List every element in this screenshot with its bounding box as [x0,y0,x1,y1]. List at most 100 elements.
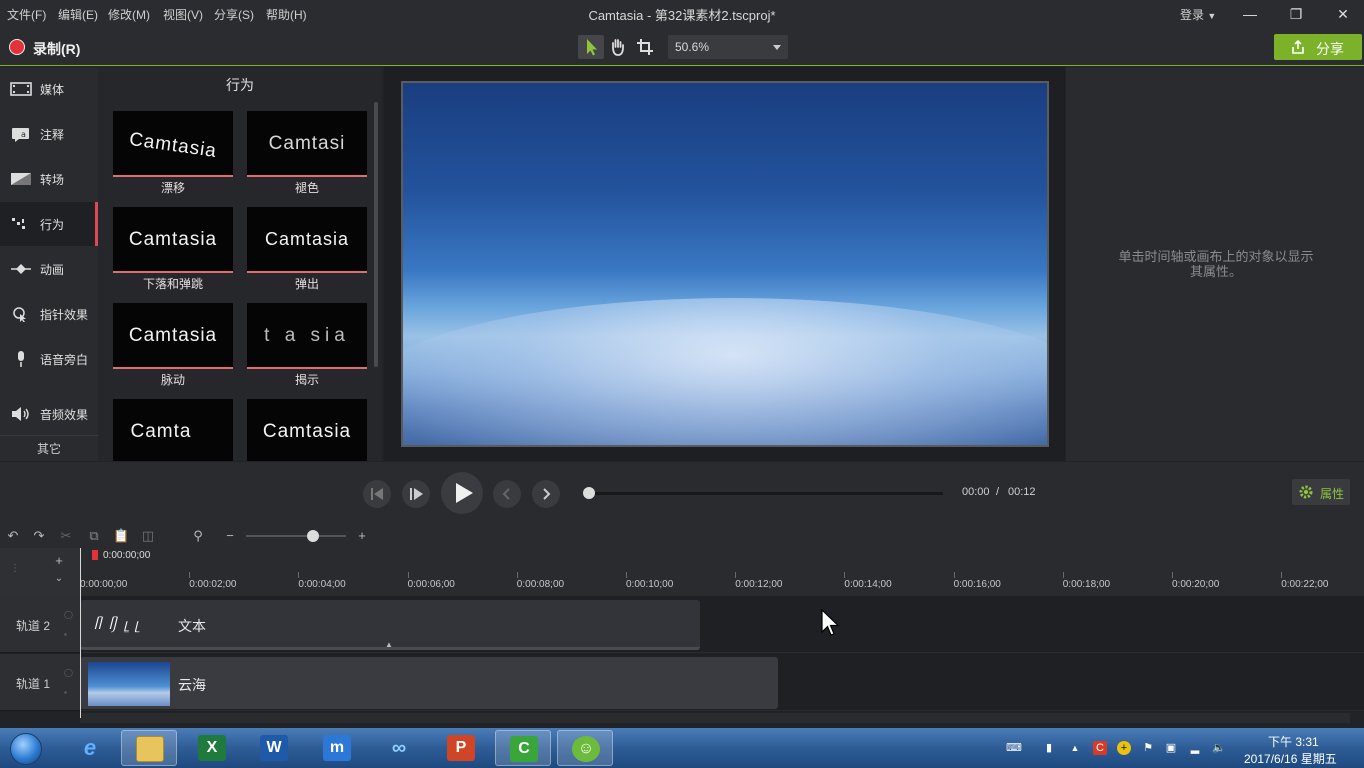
taskbar-baidu-cloud[interactable]: ∞ [371,730,427,766]
sidebar-item-voice-narration[interactable]: 语音旁白 [0,337,98,381]
menu-share[interactable]: 分享(S) [214,6,254,23]
cut-icon[interactable]: ✂ [59,529,73,543]
taskbar-word[interactable]: W [246,730,302,766]
tray-device-icon[interactable]: ▣ [1164,741,1178,755]
clock-date[interactable]: 2017/6/16 星期五 [1244,750,1337,767]
chevron-up-icon[interactable]: ▲ [385,640,393,649]
record-button[interactable]: 录制(R) [0,28,100,66]
video-clip[interactable]: 云海 [80,657,778,709]
tray-app-icon[interactable]: C [1093,741,1107,755]
restore-icon[interactable]: ❐ [1286,4,1306,24]
playhead-handle[interactable] [92,550,98,560]
split-icon[interactable]: ◫ [141,529,155,543]
panel-scrollbar[interactable] [374,102,378,367]
zoom-select[interactable]: 50.6% [668,35,788,59]
video-canvas[interactable] [401,81,1049,447]
next-marker-button[interactable] [532,480,560,508]
taskbar-excel[interactable]: X [184,730,240,766]
visibility-icon[interactable]: ▪ [64,688,67,697]
share-button[interactable]: 分享 [1274,34,1362,60]
keyboard-icon[interactable]: ⌨ [1006,741,1022,755]
transition-icon [11,173,31,185]
taskbar-explorer[interactable] [121,730,177,766]
behavior-tile-fade[interactable]: Camtasi 褪色 [247,111,367,195]
main-toolbar: 录制(R) 50.6% 分享 [0,28,1364,66]
start-button[interactable] [0,730,54,766]
track-header[interactable]: 轨道 1 ◯ ▪ [0,654,80,711]
taskbar-green-app[interactable]: ☺ [557,730,613,766]
tray-plus-icon[interactable]: + [1117,741,1131,755]
lock-icon[interactable]: ◯ [64,668,73,677]
behavior-tile-drop-bounce[interactable]: Camtasia 下落和弹跳 [113,207,233,291]
minimize-icon[interactable]: — [1240,4,1260,24]
taskbar-powerpoint[interactable]: P [433,730,489,766]
redo-icon[interactable]: ↷ [32,529,46,543]
behavior-tile-drift[interactable]: Camtasia 漂移 [113,111,233,195]
menu-edit[interactable]: 编辑(E) [58,6,98,23]
step-forward-button[interactable] [402,480,430,508]
close-icon[interactable]: ✕ [1333,4,1353,24]
playhead-line[interactable] [80,548,81,718]
lock-icon[interactable]: ◯ [64,610,73,619]
zoom-in-icon[interactable]: + [355,529,369,543]
track-header[interactable]: 轨道 2 ◯ ▪ [0,596,80,653]
search-icon[interactable]: ⚲ [191,529,205,543]
taskbar-maxthon[interactable]: m [309,730,365,766]
pan-tool-button[interactable] [605,35,631,59]
network-icon[interactable]: ▂ [1188,741,1202,755]
add-track-icon[interactable]: + [52,554,66,568]
track-row[interactable]: ᥥ ᥦ ᥧ ᥨ 文本 ▲ [80,596,1364,653]
chevron-right-icon [543,488,551,500]
text-clip[interactable]: ᥥ ᥦ ᥧ ᥨ 文本 ▲ [80,600,700,650]
chevron-up-icon[interactable]: ▲ [1068,741,1082,755]
sidebar-item-annotations[interactable]: a 注释 [0,112,98,156]
previous-marker-button[interactable] [493,480,521,508]
select-tool-button[interactable] [578,35,604,59]
battery-icon[interactable]: ▮ [1042,741,1056,755]
behavior-tile-pulse[interactable]: Camtasia 脉动 [113,303,233,387]
taskbar-ie[interactable]: e [62,730,118,766]
copy-icon[interactable]: ⧉ [87,529,101,543]
menu-view[interactable]: 视图(V) [163,6,203,23]
clock-time[interactable]: 下午 3:31 [1268,733,1319,750]
menu-file[interactable]: 文件(F) [7,6,46,23]
preview-text: t a sia [264,325,350,346]
playback-scrubber[interactable] [589,492,943,495]
behavior-tile-reveal[interactable]: t a sia 揭示 [247,303,367,387]
magnet-icon[interactable]: ⋮ [8,562,22,576]
sidebar-item-media[interactable]: 媒体 [0,67,98,111]
properties-button[interactable]: 属性 [1292,479,1350,505]
crop-tool-button[interactable] [632,35,658,59]
sidebar-item-audio-effects[interactable]: 音频效果 [0,392,98,436]
behavior-tile-7[interactable]: Camta [113,399,233,461]
sidebar-item-cursor-effects[interactable]: 指针效果 [0,292,98,336]
sidebar-item-other[interactable]: 其它 [0,435,98,461]
chevron-down-icon[interactable]: ⌄ [52,572,66,586]
timeline-ruler[interactable]: + ⌄ ⋮ 0:00:00;00 0:00:00;00 0:00:02;00 0:0… [0,548,1364,596]
zoom-out-icon[interactable]: − [223,529,237,543]
time-separator: / [996,486,1000,498]
sidebar-item-behaviors[interactable]: 行为 [0,202,98,246]
timeline-hscrollbar[interactable] [80,713,1350,723]
sidebar-item-transitions[interactable]: 转场 [0,157,98,201]
behaviors-panel: 行为 Camtasia 漂移 Camtasi 褪色 Camtasia 下落和弹跳… [98,67,382,461]
taskbar-camtasia[interactable]: C [495,730,551,766]
menu-help[interactable]: 帮助(H) [266,6,307,23]
login-button[interactable]: 登录 ▼ [1180,6,1216,23]
behavior-preview: Camta [113,399,233,461]
paste-icon[interactable]: 📋 [113,529,129,543]
tray-flag-icon[interactable]: ⚑ [1141,741,1155,755]
track-row[interactable]: 云海 [80,654,1364,711]
sidebar-item-animations[interactable]: 动画 [0,247,98,291]
behavior-tile-pop-up[interactable]: Camtasia 弹出 [247,207,367,291]
undo-icon[interactable]: ↶ [6,529,20,543]
play-button[interactable] [441,472,483,514]
step-back-button[interactable] [363,480,391,508]
volume-icon[interactable]: 🔈 [1212,741,1226,755]
scrubber-handle[interactable] [583,487,595,499]
visibility-icon[interactable]: ▪ [64,630,67,639]
behavior-tile-8[interactable]: Camtasia [247,399,367,461]
menu-modify[interactable]: 修改(M) [108,6,150,23]
zoom-slider-handle[interactable] [307,530,319,542]
timeline-zoom-slider[interactable] [246,535,346,537]
